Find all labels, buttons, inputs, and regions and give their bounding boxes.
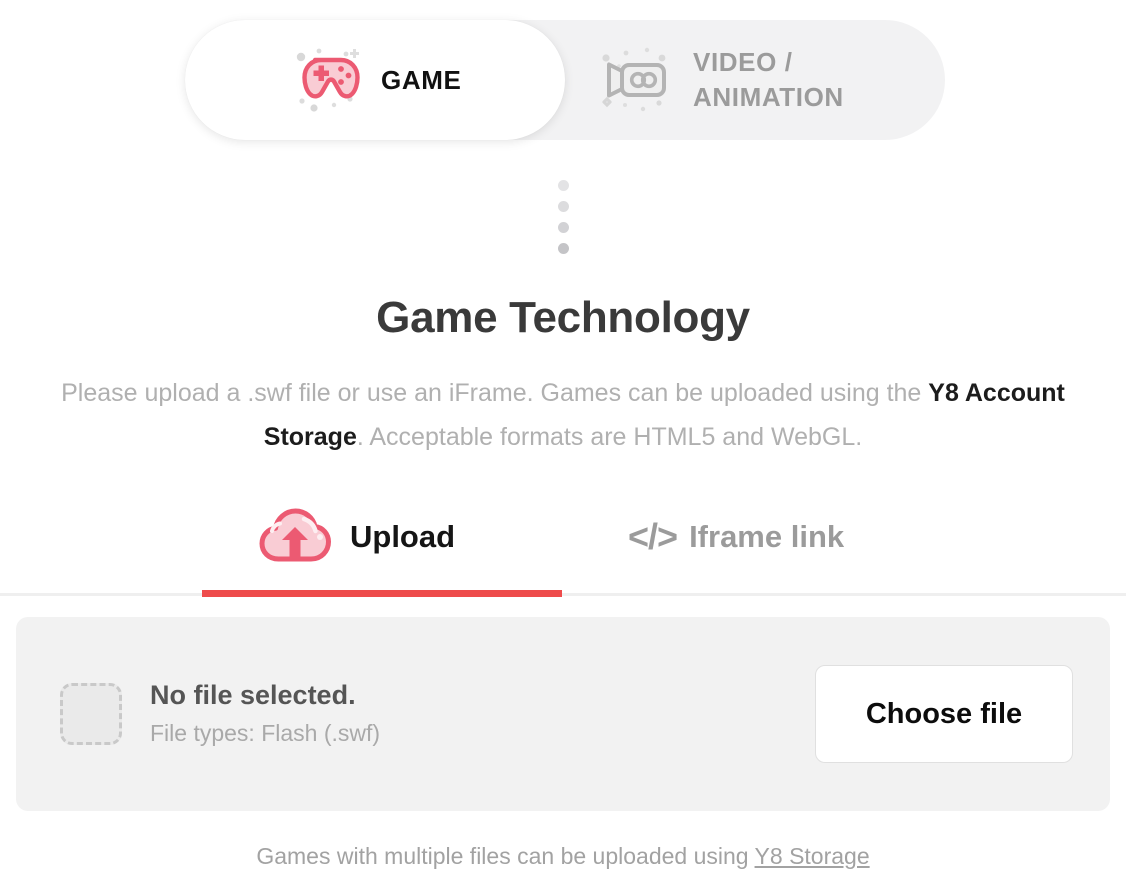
dot <box>558 243 569 254</box>
code-brackets-icon: </> <box>628 516 678 557</box>
footer-text: Games with multiple files can be uploade… <box>256 843 755 869</box>
y8-storage-link[interactable]: Y8 Storage <box>755 843 870 869</box>
content-type-switch: GAME VIDEO / ANIMATION <box>185 20 945 140</box>
video-camera-icon <box>595 41 673 119</box>
file-upload-panel: No file selected. File types: Flash (.sw… <box>16 617 1110 811</box>
tabs-divider <box>0 593 1126 596</box>
cloud-upload-icon <box>258 505 332 570</box>
accepted-file-types: File types: Flash (.swf) <box>150 720 381 746</box>
vertical-dots-icon <box>558 180 570 264</box>
tab-game[interactable]: GAME <box>185 20 565 140</box>
method-tabs: Upload </> Iframe link <box>0 498 1126 598</box>
active-tab-underline <box>202 590 562 597</box>
page-description: Please upload a .swf file or use an iFra… <box>53 371 1073 459</box>
tab-upload[interactable]: Upload <box>258 498 455 576</box>
dot <box>558 180 569 191</box>
footer-note: Games with multiple files can be uploade… <box>0 843 1126 870</box>
dot <box>558 201 569 212</box>
empty-file-placeholder-icon <box>60 683 122 745</box>
tab-video-animation[interactable]: VIDEO / ANIMATION <box>565 20 945 140</box>
dot <box>558 222 569 233</box>
selected-file-name: No file selected. <box>150 680 356 710</box>
description-part1: Please upload a .swf file or use an iFra… <box>61 379 929 407</box>
tab-video-animation-label: VIDEO / ANIMATION <box>693 47 844 112</box>
description-part2: . Acceptable formats are HTML5 and WebGL… <box>356 423 863 451</box>
tab-iframe-link[interactable]: </> Iframe link <box>628 498 844 576</box>
tab-iframe-link-label: Iframe link <box>689 519 845 554</box>
tab-upload-label: Upload <box>350 519 456 554</box>
gamepad-icon <box>289 41 367 119</box>
tab-game-label: GAME <box>381 64 462 95</box>
page-title: Game Technology <box>376 293 750 342</box>
choose-file-button[interactable]: Choose file <box>815 665 1073 763</box>
file-info: No file selected. File types: Flash (.sw… <box>150 677 380 750</box>
